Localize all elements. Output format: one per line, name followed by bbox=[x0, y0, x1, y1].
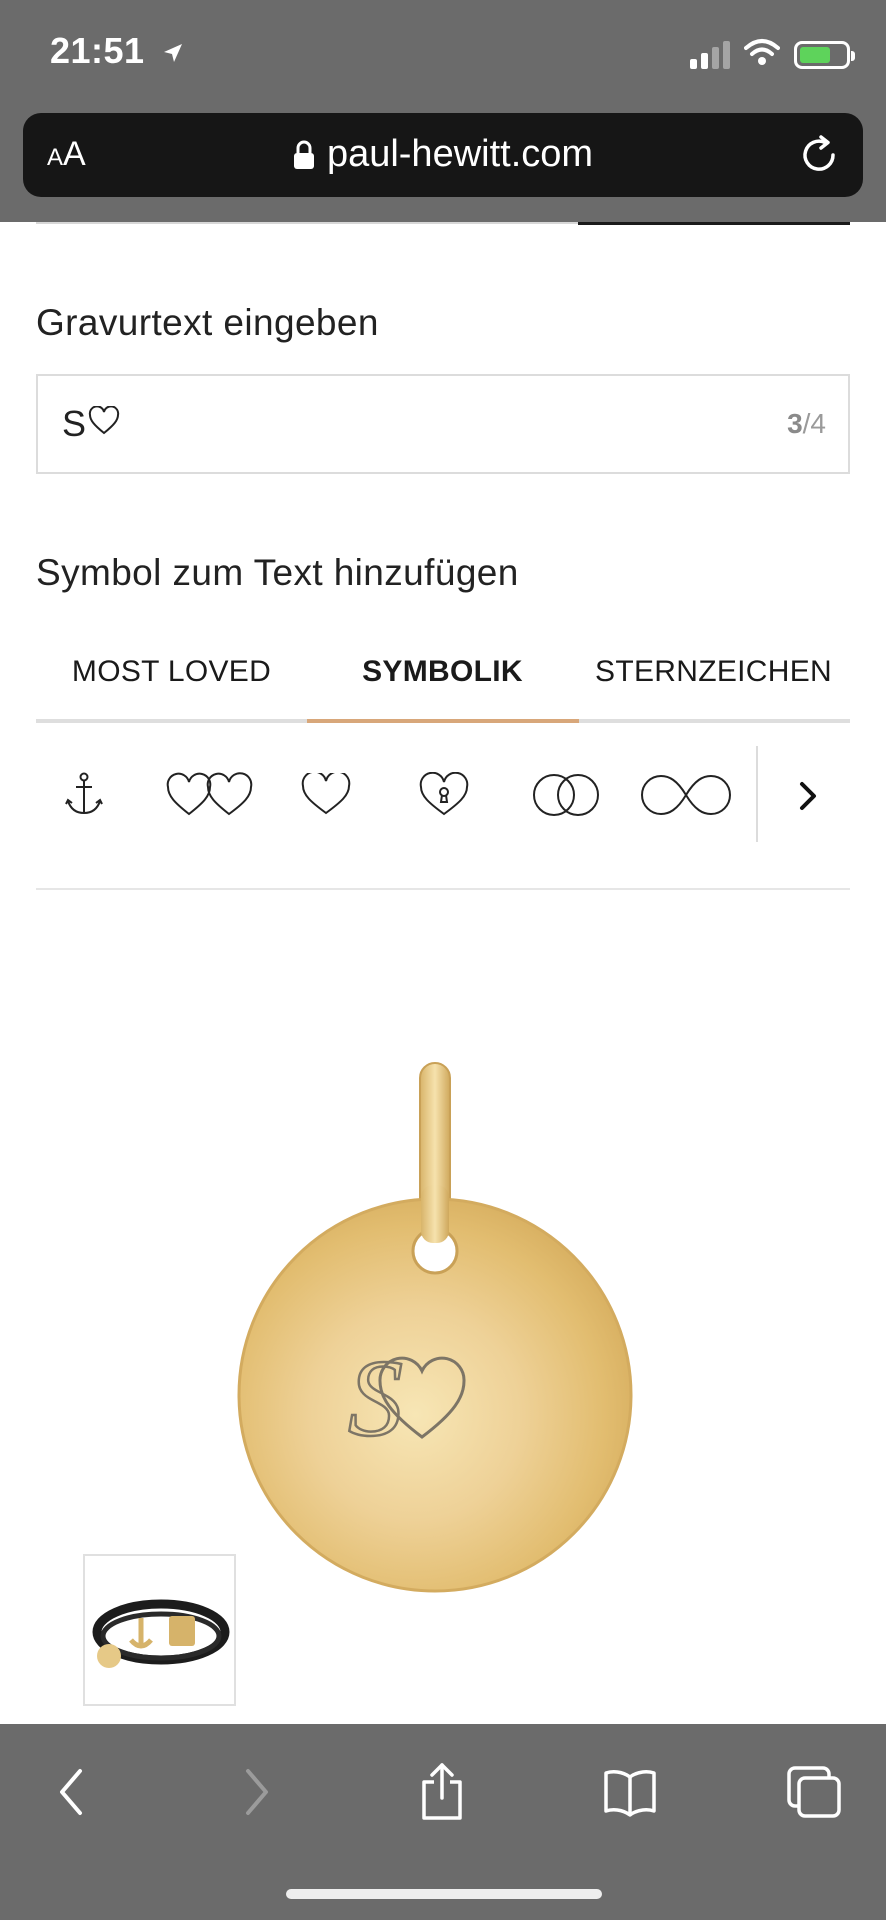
status-time: 21:51 bbox=[50, 30, 185, 74]
anchor-icon[interactable] bbox=[56, 740, 112, 850]
symbol-carousel bbox=[36, 740, 850, 850]
double-heart-icon[interactable] bbox=[164, 740, 256, 850]
browser-top-chrome: 21:51 AA paul-hewitt.com bbox=[0, 0, 886, 222]
browser-bottom-toolbar bbox=[0, 1724, 886, 1920]
heart-lock-icon[interactable] bbox=[416, 740, 472, 850]
character-counter: 3/4 bbox=[787, 408, 826, 439]
share-icon[interactable] bbox=[412, 1762, 472, 1822]
active-tab-underline bbox=[307, 719, 579, 723]
url-text[interactable]: paul-hewitt.com bbox=[23, 133, 863, 180]
location-arrow-icon bbox=[161, 32, 185, 74]
infinity-icon[interactable] bbox=[636, 740, 736, 850]
two-rings-icon[interactable] bbox=[528, 740, 604, 850]
symbol-tabs: MOST LOVED SYMBOLIK STERNZEICHEN bbox=[36, 635, 850, 723]
reload-icon[interactable] bbox=[797, 133, 841, 182]
battery-icon bbox=[794, 40, 855, 69]
pendant-preview: S bbox=[230, 1055, 650, 1605]
tabs-icon[interactable] bbox=[784, 1762, 844, 1822]
previous-tab-indicator bbox=[36, 222, 850, 226]
engraved-text: S bbox=[348, 1337, 403, 1459]
engraving-value: S bbox=[62, 403, 120, 445]
symbol-label: Symbol zum Text hinzufügen bbox=[36, 552, 519, 593]
tab-symbolik[interactable]: SYMBOLIK bbox=[307, 655, 578, 689]
home-indicator[interactable] bbox=[286, 1889, 602, 1899]
bookmarks-icon[interactable] bbox=[600, 1762, 660, 1822]
lock-icon bbox=[293, 137, 315, 180]
engraving-label: Gravurtext eingeben bbox=[36, 302, 379, 343]
wifi-icon bbox=[744, 38, 780, 71]
tab-sternzeichen[interactable]: STERNZEICHEN bbox=[578, 655, 849, 689]
cellular-signal-icon bbox=[690, 40, 730, 69]
chevron-right-icon[interactable] bbox=[780, 768, 836, 824]
forward-icon[interactable] bbox=[226, 1762, 286, 1822]
tab-most-loved[interactable]: MOST LOVED bbox=[36, 655, 307, 689]
section-divider bbox=[36, 888, 850, 890]
heart-icon[interactable] bbox=[298, 740, 354, 850]
carousel-divider bbox=[756, 746, 758, 842]
engraving-input[interactable]: S 3/4 bbox=[36, 374, 850, 474]
product-thumbnail[interactable] bbox=[83, 1554, 236, 1706]
status-indicators bbox=[690, 38, 855, 71]
back-icon[interactable] bbox=[42, 1762, 102, 1822]
heart-icon bbox=[88, 403, 120, 445]
url-bar[interactable]: AA paul-hewitt.com bbox=[23, 113, 863, 197]
